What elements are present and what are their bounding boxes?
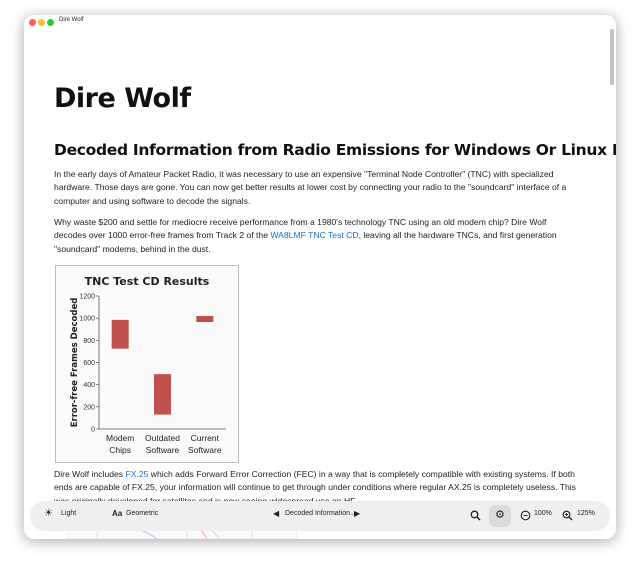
x-tick-label: Outdated xyxy=(145,433,180,443)
wa8lmf-tnc-test-cd-link[interactable]: WA8LMF TNC Test CD xyxy=(270,230,358,240)
x-tick-label: Modem xyxy=(106,433,134,443)
chart-bar xyxy=(154,374,171,415)
page-title: Dire Wolf xyxy=(54,83,191,114)
fx25-link[interactable]: FX.25 xyxy=(125,469,148,479)
y-tick-label: 400 xyxy=(83,382,95,389)
title-bar: Dire Wolf xyxy=(24,15,616,29)
font-button[interactable]: Geometric xyxy=(126,510,158,517)
zoom-reset-label[interactable]: 100% xyxy=(534,510,552,517)
y-tick-label: 600 xyxy=(83,360,95,367)
page-subtitle: Decoded Information from Radio Emissions… xyxy=(54,141,616,159)
chart-svg: TNC Test CD Results 0 200 400 600 800 1000 1200… xyxy=(70,275,226,455)
previous-section-icon[interactable]: ◀ xyxy=(273,509,279,518)
x-tick-label: Software xyxy=(188,445,222,455)
browser-window: Dire Wolf Dire Wolf Decoded Information … xyxy=(24,15,616,539)
next-section-icon[interactable]: ▶ xyxy=(354,509,360,518)
search-icon[interactable] xyxy=(470,510,481,521)
vertical-scrollbar[interactable] xyxy=(610,29,614,85)
y-tick-label: 200 xyxy=(83,404,95,411)
y-tick-label: 1200 xyxy=(79,294,95,301)
zoom-label[interactable]: 125% xyxy=(577,510,595,517)
intro-paragraph: In the early days of Amateur Packet Radi… xyxy=(54,169,567,206)
theme-button[interactable]: Light xyxy=(61,510,76,517)
y-tick-label: 800 xyxy=(83,338,95,345)
x-tick-label: Current xyxy=(191,433,220,443)
minimize-window-button[interactable] xyxy=(38,19,45,26)
font-icon[interactable]: Aa xyxy=(112,509,122,518)
y-tick-label: 1000 xyxy=(79,316,95,323)
zoom-window-button[interactable] xyxy=(47,19,54,26)
gear-icon[interactable]: ⚙ xyxy=(495,509,505,521)
sun-icon[interactable]: ☀ xyxy=(44,508,53,520)
comparison-paragraph: Why waste $200 and settle for mediocre r… xyxy=(54,216,580,256)
window-title: Dire Wolf xyxy=(59,17,84,23)
x-tick-label: Chips xyxy=(109,445,131,455)
close-window-button[interactable] xyxy=(29,19,36,26)
chart-title: TNC Test CD Results xyxy=(85,275,210,288)
zoom-in-icon[interactable] xyxy=(562,510,573,521)
chart-bar xyxy=(111,319,129,349)
section-selector[interactable]: Decoded Information... xyxy=(285,510,356,517)
reader-toolbar: ☀ Light Aa Geometric ◀ Decoded Informati… xyxy=(30,501,610,531)
y-axis-label: Error-free Frames Decoded xyxy=(70,298,80,428)
zoom-reset-icon[interactable] xyxy=(520,510,531,521)
fx25-text-a: Dire Wolf includes xyxy=(54,469,126,479)
tnc-results-chart: TNC Test CD Results 0 200 400 600 800 1000 1200… xyxy=(55,265,239,463)
y-tick-label: 0 xyxy=(91,427,95,434)
chart-bar xyxy=(196,315,214,323)
x-tick-label: Software xyxy=(146,445,180,455)
